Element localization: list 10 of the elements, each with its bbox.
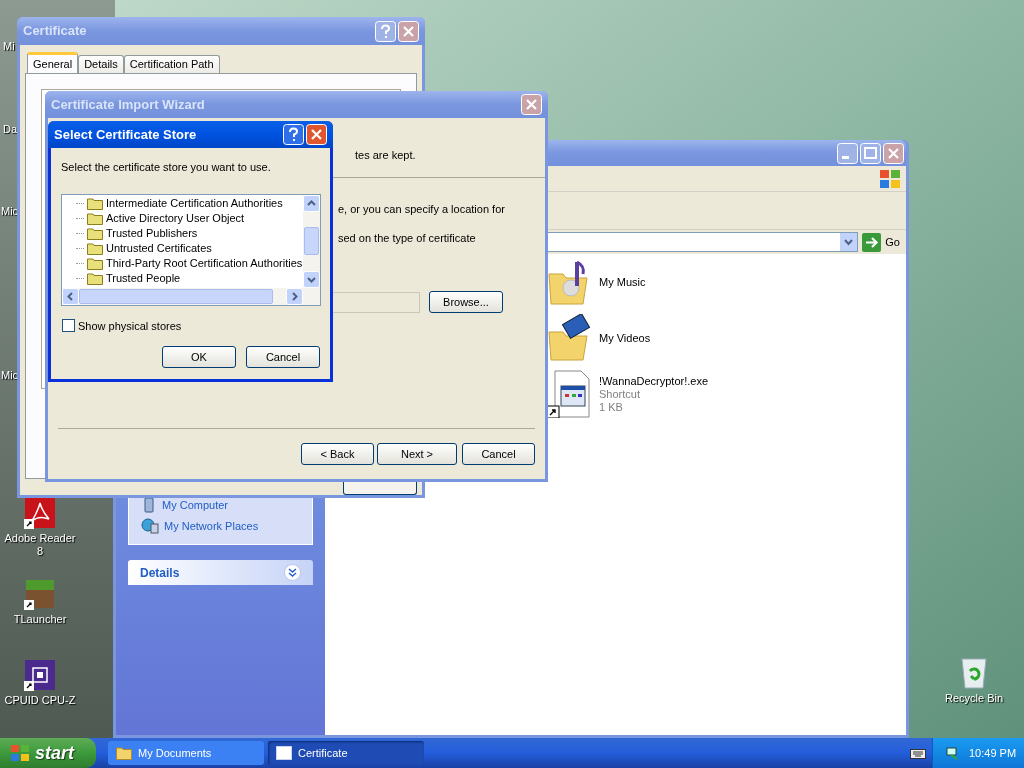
window-title: Certificate bbox=[23, 22, 87, 41]
details-title: Details bbox=[140, 564, 180, 582]
wizard-body-text: sed on the type of certificate bbox=[338, 230, 477, 246]
wizard-header-text: tes are kept. bbox=[355, 148, 416, 163]
window-title: Select Certificate Store bbox=[54, 125, 197, 144]
wizard-body-text: e, or you can specify a location for bbox=[338, 202, 506, 217]
file-size: 1 KB bbox=[599, 400, 624, 414]
store-prompt: Select the certificate store you want to use. bbox=[60, 160, 272, 175]
window-title: Certificate Import Wizard bbox=[51, 95, 205, 114]
file-type: Shortcut bbox=[599, 387, 641, 401]
